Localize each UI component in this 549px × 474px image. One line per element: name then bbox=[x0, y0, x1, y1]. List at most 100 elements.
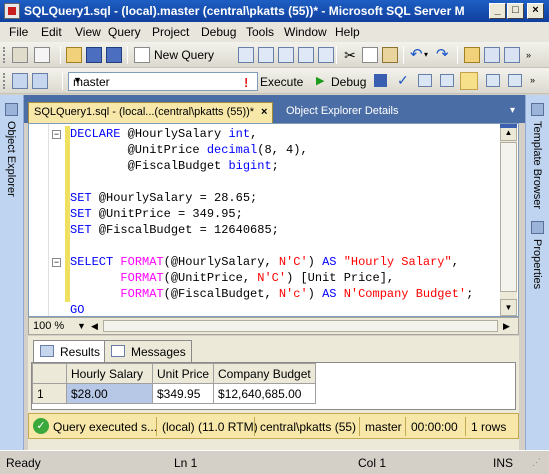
menu-query[interactable]: Query bbox=[108, 25, 141, 39]
table-row: 1 $28.00 $349.95 $12,640,685.00 bbox=[32, 383, 316, 404]
table-cell[interactable]: $12,640,685.00 bbox=[213, 383, 316, 404]
table-cell[interactable]: $28.00 bbox=[66, 383, 153, 404]
cancel-query-icon[interactable] bbox=[374, 74, 387, 87]
collapse-region-icon[interactable]: − bbox=[52, 258, 61, 267]
scroll-down-icon[interactable]: ▼ bbox=[500, 299, 517, 316]
new-query-button[interactable]: New Query bbox=[154, 48, 214, 62]
database-engine-query-icon[interactable] bbox=[238, 47, 254, 63]
menu-project[interactable]: Project bbox=[152, 25, 189, 39]
ssms-app-icon[interactable] bbox=[4, 3, 20, 19]
display-estimated-plan-icon[interactable] bbox=[418, 74, 432, 87]
menu-file[interactable]: File bbox=[9, 25, 28, 39]
zoom-level-select[interactable]: 100 % bbox=[33, 320, 64, 332]
status-line: Ln 1 bbox=[174, 456, 198, 470]
tab-object-explorer-details[interactable]: Object Explorer Details bbox=[281, 102, 404, 123]
chevron-down-icon[interactable]: ▼ bbox=[73, 75, 255, 85]
horizontal-scroll-thumb[interactable] bbox=[103, 320, 498, 332]
query-database: master bbox=[365, 420, 402, 434]
paste-icon[interactable] bbox=[382, 47, 398, 63]
redo-icon[interactable]: ↷ bbox=[436, 47, 452, 63]
column-header[interactable]: Company Budget bbox=[213, 363, 316, 384]
menu-window[interactable]: Window bbox=[284, 25, 327, 39]
properties-dock-tab[interactable]: Properties bbox=[531, 239, 543, 289]
toolbar-grip[interactable] bbox=[3, 73, 6, 89]
available-databases-select[interactable]: master ▼ bbox=[68, 72, 258, 91]
zoom-dropdown-icon[interactable]: ▼ bbox=[77, 321, 86, 331]
active-files-dropdown-icon[interactable]: ▾ bbox=[510, 105, 515, 116]
solution-explorer-icon[interactable] bbox=[484, 47, 500, 63]
close-tab-icon[interactable]: × bbox=[261, 106, 267, 118]
save-all-icon[interactable] bbox=[106, 47, 122, 63]
open-file-icon[interactable] bbox=[66, 47, 82, 63]
code-line: DECLARE @HourlySalary int, bbox=[70, 127, 258, 141]
add-item-icon[interactable] bbox=[34, 47, 50, 63]
properties-icon[interactable] bbox=[531, 221, 544, 234]
tab-sqlquery1[interactable]: SQLQuery1.sql - (local...(central\pkatts… bbox=[28, 102, 273, 123]
sql-compact-query-icon[interactable] bbox=[318, 47, 334, 63]
new-project-icon[interactable] bbox=[12, 47, 28, 63]
toolbar-grip[interactable] bbox=[3, 47, 6, 63]
results-to-text-icon[interactable] bbox=[486, 74, 500, 87]
results-to-file-icon[interactable] bbox=[508, 74, 522, 87]
close-button[interactable]: × bbox=[527, 3, 544, 19]
results-grid[interactable]: Hourly Salary Unit Price Company Budget … bbox=[31, 362, 516, 410]
toolbar-overflow-icon[interactable]: » bbox=[530, 75, 535, 85]
collapse-region-icon[interactable]: − bbox=[52, 130, 61, 139]
change-connection-icon[interactable] bbox=[32, 73, 48, 89]
toolbar-separator bbox=[403, 46, 404, 64]
tab-messages[interactable]: Messages bbox=[104, 340, 192, 362]
results-to-grid-icon[interactable] bbox=[460, 72, 478, 90]
properties-window-icon[interactable] bbox=[504, 47, 520, 63]
execute-icon[interactable]: ! bbox=[244, 75, 248, 90]
connect-icon[interactable] bbox=[12, 73, 28, 89]
toolbar-overflow-icon[interactable]: » bbox=[526, 47, 542, 63]
editor-vertical-scrollbar[interactable]: ▲ ▼ bbox=[500, 124, 517, 316]
toolbar-separator bbox=[60, 46, 61, 64]
row-header-corner[interactable] bbox=[32, 363, 67, 384]
left-dock: Object Explorer bbox=[0, 95, 24, 450]
analysis-mdx-query-icon[interactable] bbox=[258, 47, 274, 63]
sql-editor[interactable]: − − DECLARE @HourlySalary int, @UnitPric… bbox=[28, 123, 519, 317]
scroll-thumb[interactable] bbox=[500, 142, 517, 292]
object-explorer-pin-icon[interactable] bbox=[5, 103, 18, 116]
window-title: SQLQuery1.sql - (local).master (central\… bbox=[24, 4, 464, 18]
analysis-dmx-query-icon[interactable] bbox=[278, 47, 294, 63]
cut-icon[interactable]: ✂ bbox=[342, 47, 358, 63]
analysis-xmla-query-icon[interactable] bbox=[298, 47, 314, 63]
minimize-button[interactable]: _ bbox=[489, 3, 506, 19]
new-query-icon[interactable] bbox=[134, 47, 150, 63]
column-header[interactable]: Unit Price bbox=[151, 363, 215, 384]
query-elapsed-time: 00:00:00 bbox=[411, 420, 458, 434]
save-icon[interactable] bbox=[86, 47, 102, 63]
maximize-button[interactable]: □ bbox=[507, 3, 524, 19]
menu-debug[interactable]: Debug bbox=[201, 25, 236, 39]
menu-tools[interactable]: Tools bbox=[246, 25, 274, 39]
row-number[interactable]: 1 bbox=[32, 383, 67, 404]
query-designer-icon[interactable] bbox=[440, 74, 454, 87]
execute-button[interactable]: Execute bbox=[260, 75, 303, 89]
menu-help[interactable]: Help bbox=[335, 25, 360, 39]
scroll-left-icon[interactable]: ◀ bbox=[91, 321, 98, 332]
parse-check-icon[interactable]: ✓ bbox=[397, 72, 409, 89]
copy-icon[interactable] bbox=[362, 47, 378, 63]
standard-toolbar: New Query ✂ ↶ ▾ ↷ » bbox=[0, 42, 549, 68]
status-column: Col 1 bbox=[358, 456, 387, 470]
code-line: FORMAT(@UnitPrice, N'C') [Unit Price], bbox=[120, 271, 395, 285]
tab-results[interactable]: Results bbox=[33, 340, 107, 362]
status-ready: Ready bbox=[6, 456, 41, 470]
menu-edit[interactable]: Edit bbox=[41, 25, 62, 39]
status-separator bbox=[156, 417, 157, 436]
resize-grip-icon[interactable]: ⋰ bbox=[532, 457, 541, 468]
debug-button[interactable]: Debug bbox=[331, 75, 366, 89]
template-browser-icon[interactable] bbox=[531, 103, 544, 116]
split-handle[interactable] bbox=[500, 124, 517, 128]
menu-view[interactable]: View bbox=[75, 25, 101, 39]
scroll-right-icon[interactable]: ▶ bbox=[503, 321, 510, 332]
column-header[interactable]: Hourly Salary bbox=[66, 363, 153, 384]
tab-label: SQLQuery1.sql - (local...(central\pkatts… bbox=[34, 106, 255, 118]
debug-play-icon[interactable]: ▶ bbox=[316, 74, 324, 87]
template-browser-dock-tab[interactable]: Template Browser bbox=[531, 121, 543, 209]
find-in-files-icon[interactable] bbox=[464, 47, 480, 63]
table-cell[interactable]: $349.95 bbox=[151, 383, 215, 404]
object-explorer-dock-tab[interactable]: Object Explorer bbox=[5, 121, 17, 197]
